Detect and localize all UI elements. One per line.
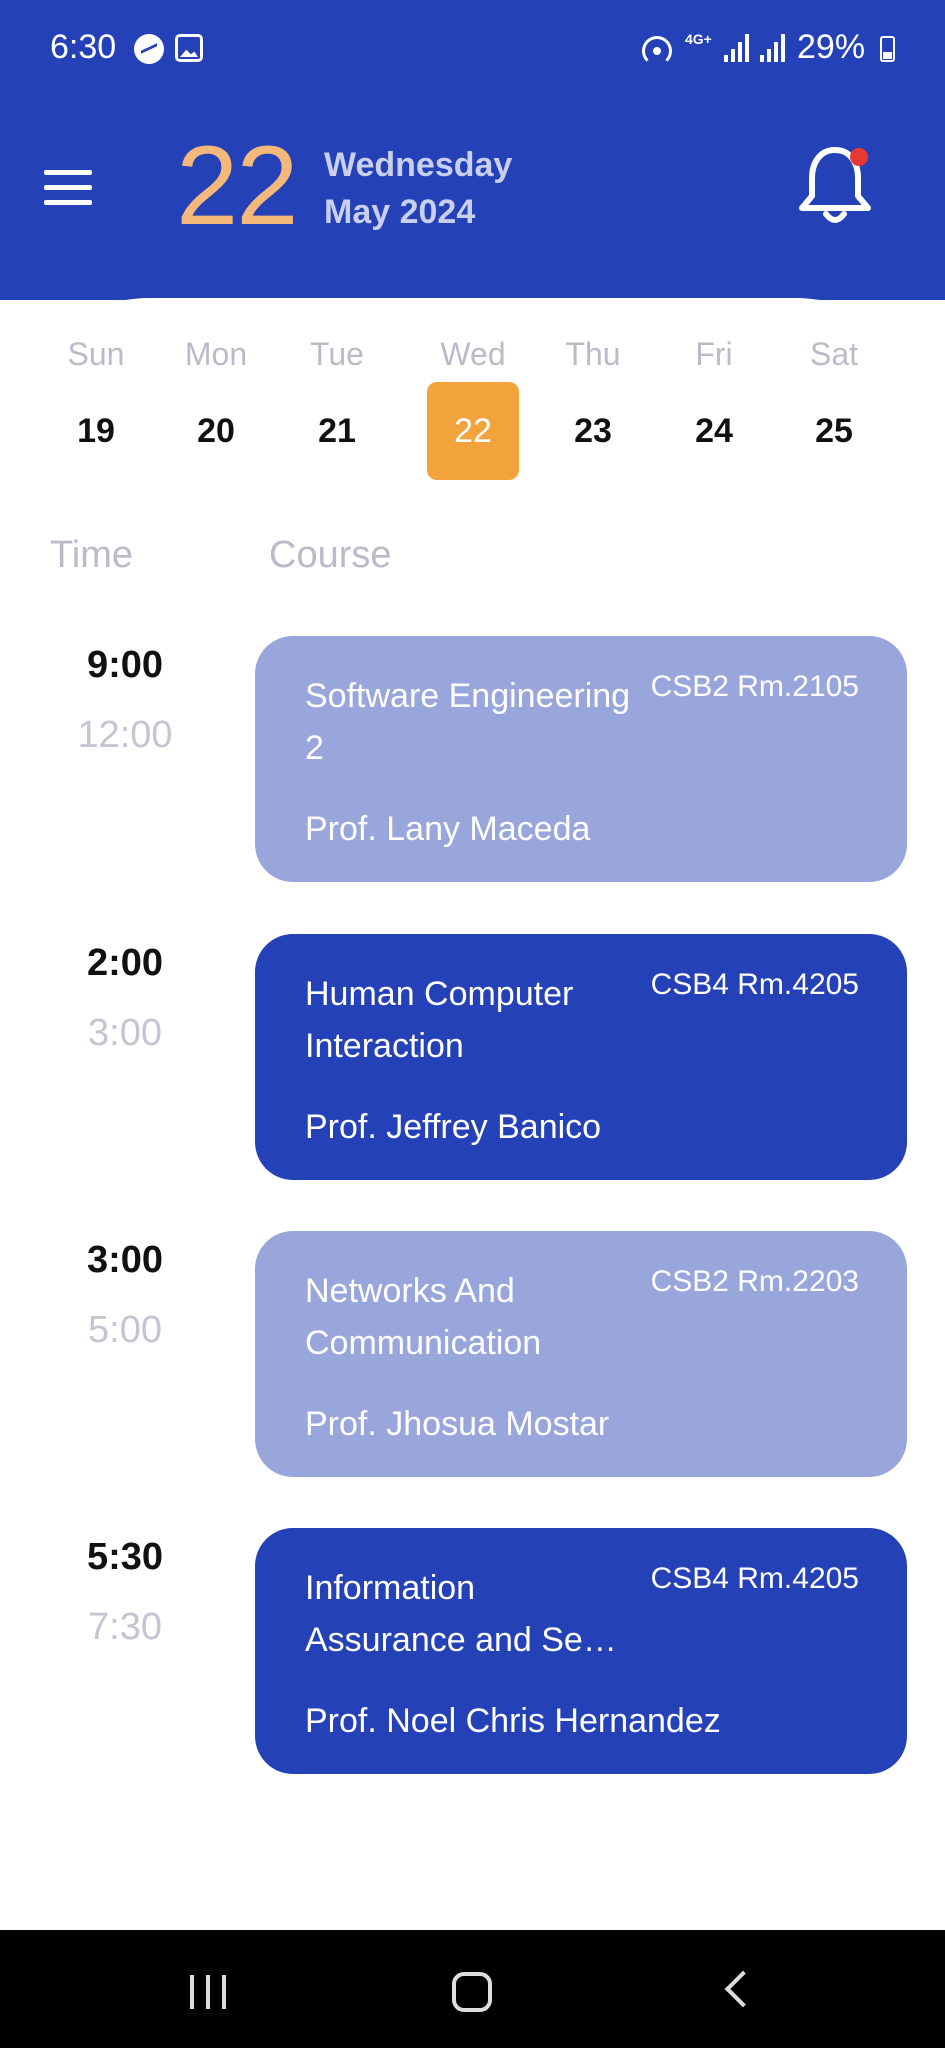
gallery-icon <box>175 34 203 62</box>
day-name: Thu <box>565 336 621 372</box>
day-name: Fri <box>695 336 733 372</box>
system-navigation-bar <box>0 1930 945 2048</box>
course-card[interactable]: Information Assurance and Se… CSB4 Rm.42… <box>255 1528 907 1774</box>
home-icon[interactable] <box>452 1972 492 2012</box>
day-date: 21 <box>318 412 356 450</box>
course-professor: Prof. Lany Maceda <box>305 810 591 848</box>
end-time: 5:00 <box>88 1309 162 1351</box>
course-professor: Prof. Noel Chris Hernandez <box>305 1702 721 1740</box>
messenger-icon <box>134 34 164 64</box>
start-time: 3:00 <box>86 1239 164 1281</box>
schedule-row: 5:30 7:30 Information Assurance and Se… … <box>0 1528 945 1778</box>
day-tue[interactable]: Tue 21 <box>291 330 383 480</box>
day-date: 20 <box>197 412 235 450</box>
notification-badge <box>850 148 868 166</box>
battery-icon <box>880 36 895 62</box>
course-card[interactable]: Networks And Communication CSB2 Rm.2203 … <box>255 1231 907 1477</box>
schedule-row: 3:00 5:00 Networks And Communication CSB… <box>0 1231 945 1481</box>
course-card[interactable]: Software Engineering 2 CSB2 Rm.2105 Prof… <box>255 636 907 882</box>
day-name: Tue <box>310 336 364 372</box>
week-strip: Sun 19 Mon 20 Tue 21 Wed 22 Thu 23 Fri 2… <box>50 330 895 490</box>
status-time: 6:30 <box>50 28 117 66</box>
day-name: Sun <box>67 336 125 372</box>
day-date: 23 <box>574 412 612 450</box>
end-time: 7:30 <box>88 1606 162 1648</box>
day-sat[interactable]: Sat 25 <box>788 330 880 480</box>
day-name: Wed <box>440 336 506 372</box>
course-room: CSB4 Rm.4205 <box>650 1562 859 1595</box>
course-professor: Prof. Jeffrey Banico <box>305 1108 602 1146</box>
course-name: Networks And Communication <box>305 1272 542 1362</box>
time-column-header: Time <box>50 534 134 576</box>
recent-apps-icon[interactable] <box>190 1975 230 2009</box>
status-bar: 6:30 4G+ 29% <box>0 0 945 100</box>
battery-percent: 29% <box>797 28 866 66</box>
hotspot-icon <box>642 36 672 66</box>
day-name: Mon <box>184 336 248 372</box>
start-time: 9:00 <box>86 644 164 686</box>
course-room: CSB4 Rm.4205 <box>650 968 859 1001</box>
schedule-row: 2:00 3:00 Human Computer Interaction CSB… <box>0 934 945 1184</box>
course-room: CSB2 Rm.2105 <box>650 670 859 703</box>
network-type: 4G+ <box>685 31 712 47</box>
current-day-number: 22 <box>176 123 299 248</box>
day-date: 19 <box>77 412 115 450</box>
schedule-row: 9:00 12:00 Software Engineering 2 CSB2 R… <box>0 636 945 886</box>
back-icon[interactable] <box>724 1970 762 2008</box>
course-name: Human Computer Interaction <box>305 975 574 1065</box>
day-wed[interactable]: Wed 22 <box>427 330 519 480</box>
current-month-year: May 2024 <box>324 193 476 231</box>
course-room: CSB2 Rm.2203 <box>650 1265 859 1298</box>
course-name: Software Engineering 2 <box>305 677 631 767</box>
day-date: 24 <box>695 412 733 450</box>
end-time: 3:00 <box>88 1012 162 1054</box>
course-professor: Prof. Jhosua Mostar <box>305 1405 610 1443</box>
end-time: 12:00 <box>77 714 173 756</box>
start-time: 2:00 <box>86 942 164 984</box>
start-time: 5:30 <box>86 1536 164 1578</box>
day-date: 25 <box>815 412 853 450</box>
day-thu[interactable]: Thu 23 <box>547 330 639 480</box>
course-name: Information Assurance and Se… <box>305 1569 617 1659</box>
day-name: Sat <box>809 336 859 372</box>
menu-icon[interactable] <box>44 170 92 206</box>
day-fri[interactable]: Fri 24 <box>668 330 760 480</box>
current-weekday: Wednesday <box>324 146 513 184</box>
course-card[interactable]: Human Computer Interaction CSB4 Rm.4205 … <box>255 934 907 1180</box>
day-sun[interactable]: Sun 19 <box>50 330 142 480</box>
signal-icon <box>760 34 786 62</box>
day-date: 22 <box>454 412 492 450</box>
signal-icon <box>724 34 750 62</box>
course-column-header: Course <box>269 534 392 576</box>
day-mon[interactable]: Mon 20 <box>170 330 262 480</box>
